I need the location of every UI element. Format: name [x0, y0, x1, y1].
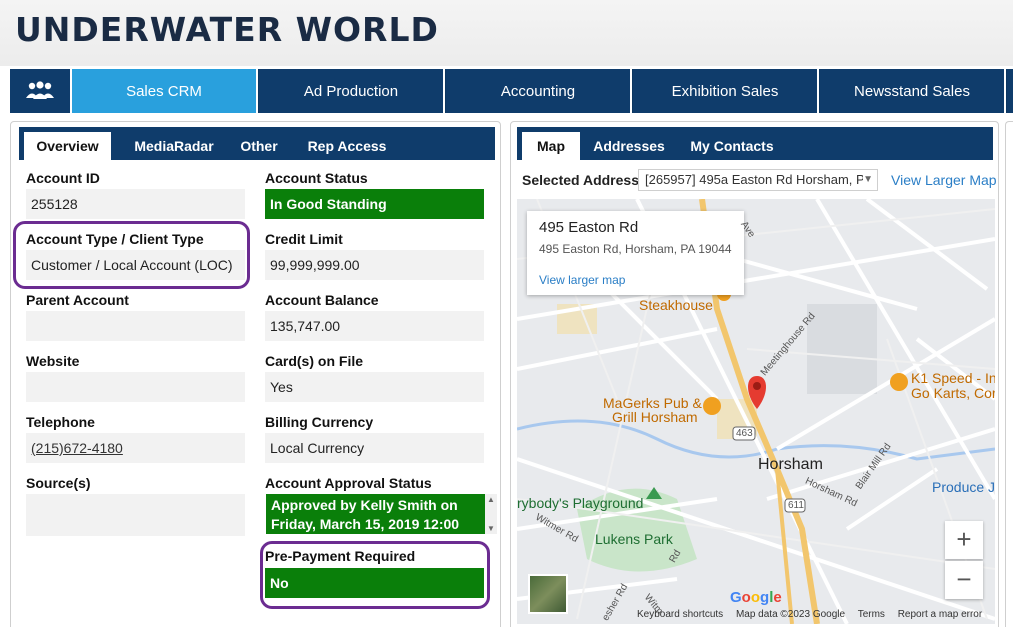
map-footer: Keyboard shortcuts Map data ©2023 Google…: [637, 609, 992, 620]
poi-k1-speed[interactable]: K1 Speed - Ind: [911, 370, 995, 386]
approval-scrollbar[interactable]: ▲ ▼: [485, 494, 497, 534]
map-info-window: 495 Easton Rd 495 Easton Rd, Horsham, PA…: [527, 211, 744, 295]
selected-address-label: Selected Address: [522, 172, 639, 188]
poi-k1-speed-line2[interactable]: Go Karts, Cor: [911, 385, 995, 401]
adjacent-panel-edge: [1005, 121, 1013, 627]
parent-account-value: [26, 311, 245, 341]
terms-link[interactable]: Terms: [858, 609, 885, 620]
report-map-error-link[interactable]: Report a map error: [898, 609, 982, 620]
keyboard-shortcuts-link[interactable]: Keyboard shortcuts: [637, 609, 723, 620]
people-group-icon[interactable]: [10, 69, 72, 113]
account-balance-value: 135,747.00: [265, 311, 484, 341]
nav-overflow-edge: [1007, 69, 1013, 113]
cards-on-file-value: Yes: [265, 372, 484, 402]
subtab-map[interactable]: Map: [522, 132, 580, 160]
subtab-my-contacts[interactable]: My Contacts: [682, 127, 782, 160]
account-status-badge: In Good Standing: [265, 189, 484, 219]
app-title: UNDERWATER WORLD: [15, 10, 439, 49]
credit-limit-value: 99,999,999.00: [265, 250, 484, 280]
tab-exhibition-sales[interactable]: Exhibition Sales: [633, 69, 819, 113]
website-value: [26, 372, 245, 402]
main-nav: Sales CRM Ad Production Accounting Exhib…: [10, 69, 1013, 113]
billing-currency-label: Billing Currency: [265, 414, 374, 430]
parent-account-label: Parent Account: [26, 292, 129, 308]
zoom-in-button[interactable]: +: [945, 521, 983, 559]
info-window-title: 495 Easton Rd: [539, 219, 639, 236]
website-label: Website: [26, 353, 80, 369]
tab-ad-production[interactable]: Ad Production: [259, 69, 445, 113]
sources-label: Source(s): [26, 475, 91, 491]
map-subtabs: Map Addresses My Contacts: [517, 127, 993, 160]
approval-status-label: Account Approval Status: [265, 475, 432, 491]
selected-address-value: [265957] 495a Easton Rd Horsham, P...: [645, 172, 874, 187]
info-window-address: 495 Easton Rd, Horsham, PA 19044: [539, 242, 732, 256]
google-logo: Google: [730, 589, 782, 606]
scroll-down-icon[interactable]: ▼: [487, 524, 495, 533]
route-463: 463: [736, 428, 753, 439]
subtab-other[interactable]: Other: [229, 127, 289, 160]
telephone-label: Telephone: [26, 414, 95, 430]
cards-on-file-label: Card(s) on File: [265, 353, 364, 369]
poi-magerks-line2[interactable]: Grill Horsham: [612, 409, 698, 425]
account-type-highlight: [13, 221, 250, 289]
prepayment-highlight: [260, 541, 490, 609]
poi-produce[interactable]: Produce J: [932, 479, 995, 495]
tab-accounting[interactable]: Accounting: [446, 69, 632, 113]
approval-status-value: Approved by Kelly Smith on Friday, March…: [266, 494, 485, 534]
account-overview-panel: Overview MediaRadar Other Rep Access Acc…: [10, 121, 501, 627]
selected-address-select[interactable]: [265957] 495a Easton Rd Horsham, P... ▼: [638, 169, 878, 191]
account-id-value: 255128: [26, 189, 245, 219]
subtab-overview[interactable]: Overview: [24, 132, 111, 160]
poi-steakhouse[interactable]: Steakhouse: [639, 297, 713, 313]
place-horsham: Horsham: [758, 456, 823, 473]
account-balance-label: Account Balance: [265, 292, 379, 308]
subtab-addresses[interactable]: Addresses: [589, 127, 669, 160]
poi-lukens-park[interactable]: Lukens Park: [595, 531, 673, 547]
sources-value: [26, 494, 245, 536]
chevron-down-icon[interactable]: ▼: [863, 170, 873, 190]
scroll-up-icon[interactable]: ▲: [487, 495, 495, 504]
tab-newsstand-sales[interactable]: Newsstand Sales: [820, 69, 1006, 113]
account-id-label: Account ID: [26, 170, 100, 186]
app-header: UNDERWATER WORLD: [0, 0, 1013, 66]
poi-playground[interactable]: rybody's Playground: [517, 495, 643, 511]
map-canvas[interactable]: 495 Easton Rd 495 Easton Rd, Horsham, PA…: [517, 199, 995, 624]
satellite-toggle-thumbnail[interactable]: [528, 574, 568, 614]
tab-sales-crm[interactable]: Sales CRM: [72, 69, 258, 113]
subtab-rep-access[interactable]: Rep Access: [297, 127, 397, 160]
zoom-out-button[interactable]: −: [945, 561, 983, 599]
account-status-label: Account Status: [265, 170, 368, 186]
info-window-view-larger-link[interactable]: View larger map: [539, 273, 732, 287]
route-611: 611: [788, 500, 804, 511]
credit-limit-label: Credit Limit: [265, 231, 343, 247]
subtab-mediaradar[interactable]: MediaRadar: [119, 127, 229, 160]
billing-currency-value: Local Currency: [265, 433, 484, 463]
overview-subtabs: Overview MediaRadar Other Rep Access: [19, 127, 495, 160]
map-data-attribution: Map data ©2023 Google: [735, 609, 846, 620]
map-panel: Map Addresses My Contacts Selected Addre…: [510, 121, 999, 627]
telephone-link[interactable]: (215)672-4180: [26, 433, 245, 463]
view-larger-map-link[interactable]: View Larger Map: [891, 172, 997, 188]
